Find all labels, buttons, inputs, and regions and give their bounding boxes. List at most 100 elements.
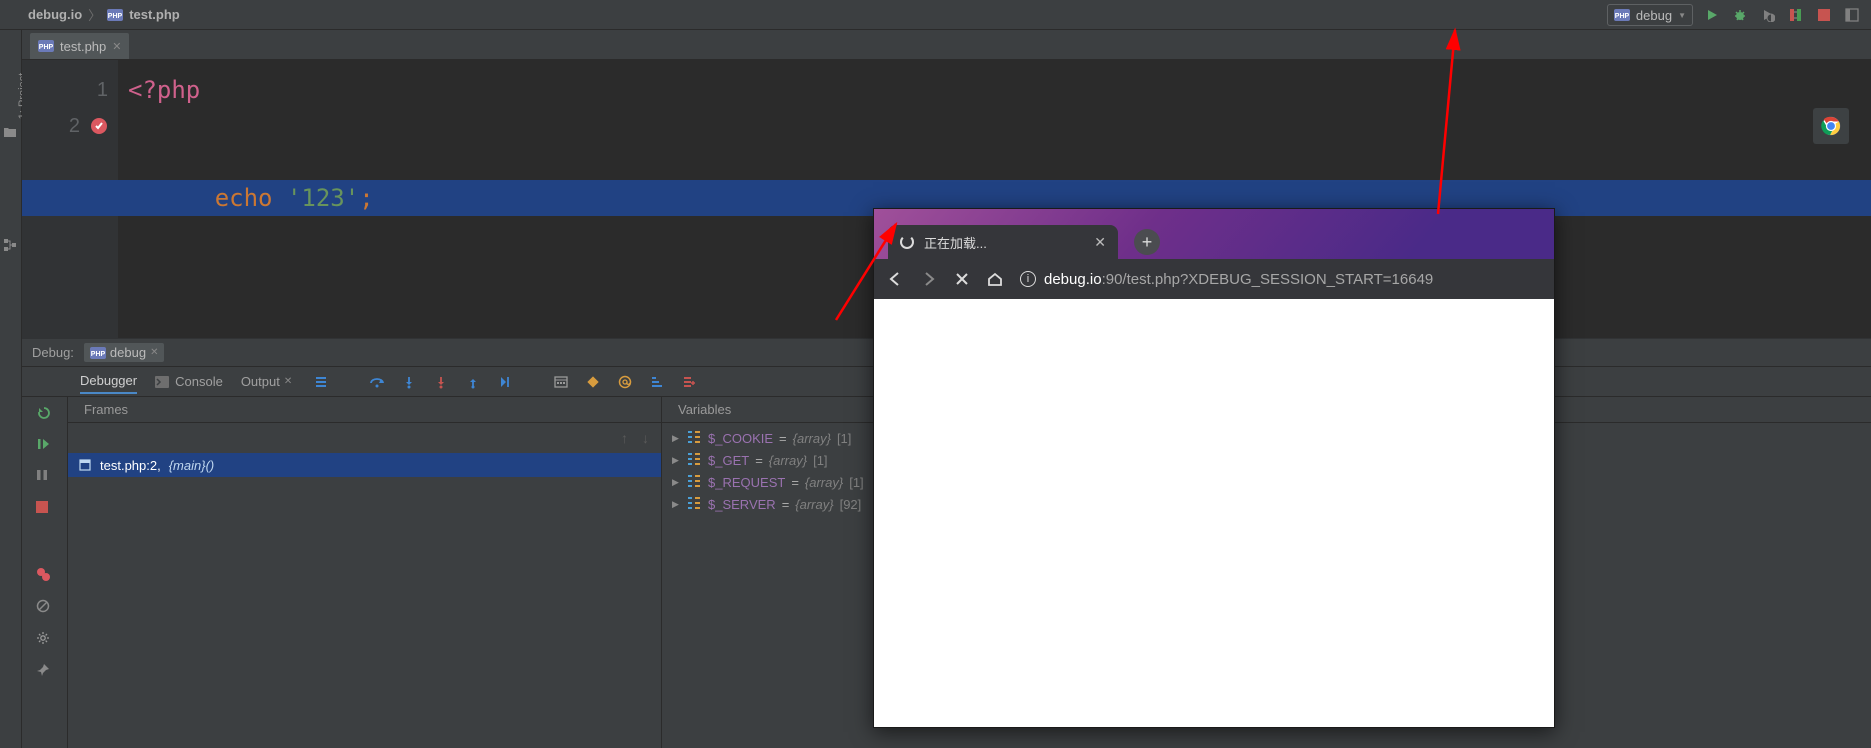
browser-viewport[interactable] — [874, 299, 1554, 727]
coverage-button[interactable] — [1759, 6, 1777, 24]
expand-icon[interactable]: ▶ — [672, 477, 680, 488]
pin-icon[interactable] — [36, 663, 54, 681]
tab-console[interactable]: Console — [155, 370, 223, 393]
variable-name: $_SERVER — [708, 497, 776, 512]
expand-icon[interactable]: ▶ — [672, 499, 680, 510]
php-file-icon: PHP — [1614, 9, 1630, 21]
breadcrumb-file[interactable]: test.php — [129, 7, 180, 22]
php-file-icon: PHP — [38, 40, 54, 52]
variable-name: $_GET — [708, 453, 749, 468]
browser-address-bar: i debug.io:90/test.php?XDEBUG_SESSION_ST… — [874, 259, 1554, 299]
frames-nav: ↑ ↓ — [68, 423, 661, 453]
editor-tab-testphp[interactable]: PHP test.php ✕ — [30, 33, 129, 59]
run-config-selector[interactable]: PHP debug ▼ — [1607, 4, 1693, 26]
top-bar: debug.io 〉 PHP test.php PHP debug ▼ — [0, 0, 1871, 30]
php-file-icon: PHP — [90, 347, 106, 359]
expand-icon[interactable]: ▶ — [672, 455, 680, 466]
svg-text:PHP: PHP — [39, 44, 54, 51]
array-icon — [686, 474, 702, 490]
run-button[interactable] — [1703, 6, 1721, 24]
browser-window[interactable]: 正在加载... ✕ + i debug.io:90/test.php?XDEBU… — [873, 208, 1555, 728]
console-icon — [155, 376, 169, 388]
run-to-cursor-icon[interactable] — [496, 373, 514, 391]
at-icon[interactable] — [616, 373, 634, 391]
profiler-button[interactable] — [1787, 6, 1805, 24]
browser-titlebar[interactable]: 正在加载... ✕ + — [874, 209, 1554, 259]
stack-frame[interactable]: test.php:2, {main}() — [68, 453, 661, 477]
settings-icon[interactable] — [36, 631, 54, 649]
step-out-icon[interactable] — [464, 373, 482, 391]
frame-function: {main}() — [169, 458, 215, 473]
breadcrumb-project[interactable]: debug.io — [28, 7, 82, 22]
tab-debugger[interactable]: Debugger — [80, 369, 137, 394]
stop-button[interactable] — [1815, 6, 1833, 24]
code-token: '123' — [287, 184, 359, 212]
breakpoint-icon[interactable] — [90, 117, 108, 135]
stop-icon[interactable] — [36, 501, 54, 519]
add-watch-icon[interactable] — [680, 373, 698, 391]
chevron-down-icon: ▼ — [1678, 11, 1686, 20]
code-token: <?php — [128, 76, 200, 104]
loading-spinner-icon — [900, 235, 914, 249]
breadcrumb-separator-icon: 〉 — [88, 5, 101, 24]
variable-type: {array} — [805, 475, 843, 490]
close-icon[interactable]: ✕ — [150, 347, 158, 358]
resume-icon[interactable] — [36, 437, 54, 455]
array-icon — [686, 430, 702, 446]
array-icon — [686, 496, 702, 512]
debug-sidebar — [22, 397, 68, 748]
step-into-icon[interactable] — [400, 373, 418, 391]
editor-tab-label: test.php — [60, 39, 106, 54]
forward-button[interactable] — [920, 270, 938, 288]
mute-breakpoints-icon[interactable] — [36, 599, 54, 617]
layout-settings-icon[interactable] — [1843, 6, 1861, 24]
left-tool-strip: 1: Project 7: Structure — [0, 30, 22, 748]
array-icon — [686, 452, 702, 468]
site-info-icon[interactable]: i — [1020, 271, 1036, 287]
url-host: debug.io — [1044, 271, 1102, 288]
variable-type: {array} — [795, 497, 833, 512]
pause-icon[interactable] — [36, 469, 54, 487]
frame-up-icon[interactable]: ↑ — [621, 430, 628, 446]
rerun-icon[interactable] — [36, 405, 54, 423]
stop-reload-button[interactable] — [954, 271, 970, 287]
trace-icon[interactable] — [584, 373, 602, 391]
editor-tabs: PHP test.php ✕ — [22, 30, 1871, 60]
variable-name: $_COOKIE — [708, 431, 773, 446]
frame-icon — [78, 458, 92, 472]
svg-text:PHP: PHP — [91, 351, 106, 358]
structure-tool-tab[interactable]: 7: Structure — [0, 200, 22, 212]
frame-down-icon[interactable]: ↓ — [642, 430, 649, 446]
tab-output[interactable]: Output ✕ — [241, 370, 292, 393]
url-box[interactable]: i debug.io:90/test.php?XDEBUG_SESSION_ST… — [1020, 271, 1542, 288]
close-icon[interactable]: ✕ — [284, 376, 292, 387]
breadcrumbs[interactable]: debug.io 〉 PHP test.php — [0, 5, 180, 24]
back-button[interactable] — [886, 270, 904, 288]
chrome-browser-icon[interactable] — [1813, 108, 1849, 144]
step-over-icon[interactable] — [368, 373, 386, 391]
expand-icon[interactable]: ▶ — [672, 433, 680, 444]
view-breakpoints-icon[interactable] — [36, 567, 54, 585]
sort-icon[interactable] — [648, 373, 666, 391]
svg-text:PHP: PHP — [1615, 13, 1630, 20]
force-step-into-icon[interactable] — [432, 373, 450, 391]
debug-session-tab[interactable]: PHP debug ✕ — [84, 343, 165, 362]
close-icon[interactable]: ✕ — [1094, 234, 1106, 251]
threads-icon[interactable] — [312, 373, 330, 391]
home-button[interactable] — [986, 270, 1004, 288]
code-token: ; — [359, 184, 373, 212]
folder-icon — [3, 126, 17, 138]
close-icon[interactable]: ✕ — [112, 40, 121, 53]
browser-tab[interactable]: 正在加载... ✕ — [888, 225, 1118, 259]
structure-icon — [3, 238, 17, 252]
evaluate-expression-icon[interactable] — [552, 373, 570, 391]
php-file-icon: PHP — [107, 9, 123, 21]
svg-text:PHP: PHP — [108, 13, 123, 20]
new-tab-button[interactable]: + — [1134, 229, 1160, 255]
code-token: echo — [215, 184, 273, 212]
variable-name: $_REQUEST — [708, 475, 785, 490]
frames-pane: Frames ↑ ↓ test.php:2, {main}() — [68, 397, 662, 748]
debug-button[interactable] — [1731, 6, 1749, 24]
line-number: 2 — [69, 115, 80, 138]
project-tool-tab[interactable]: 1: Project — [0, 90, 22, 102]
